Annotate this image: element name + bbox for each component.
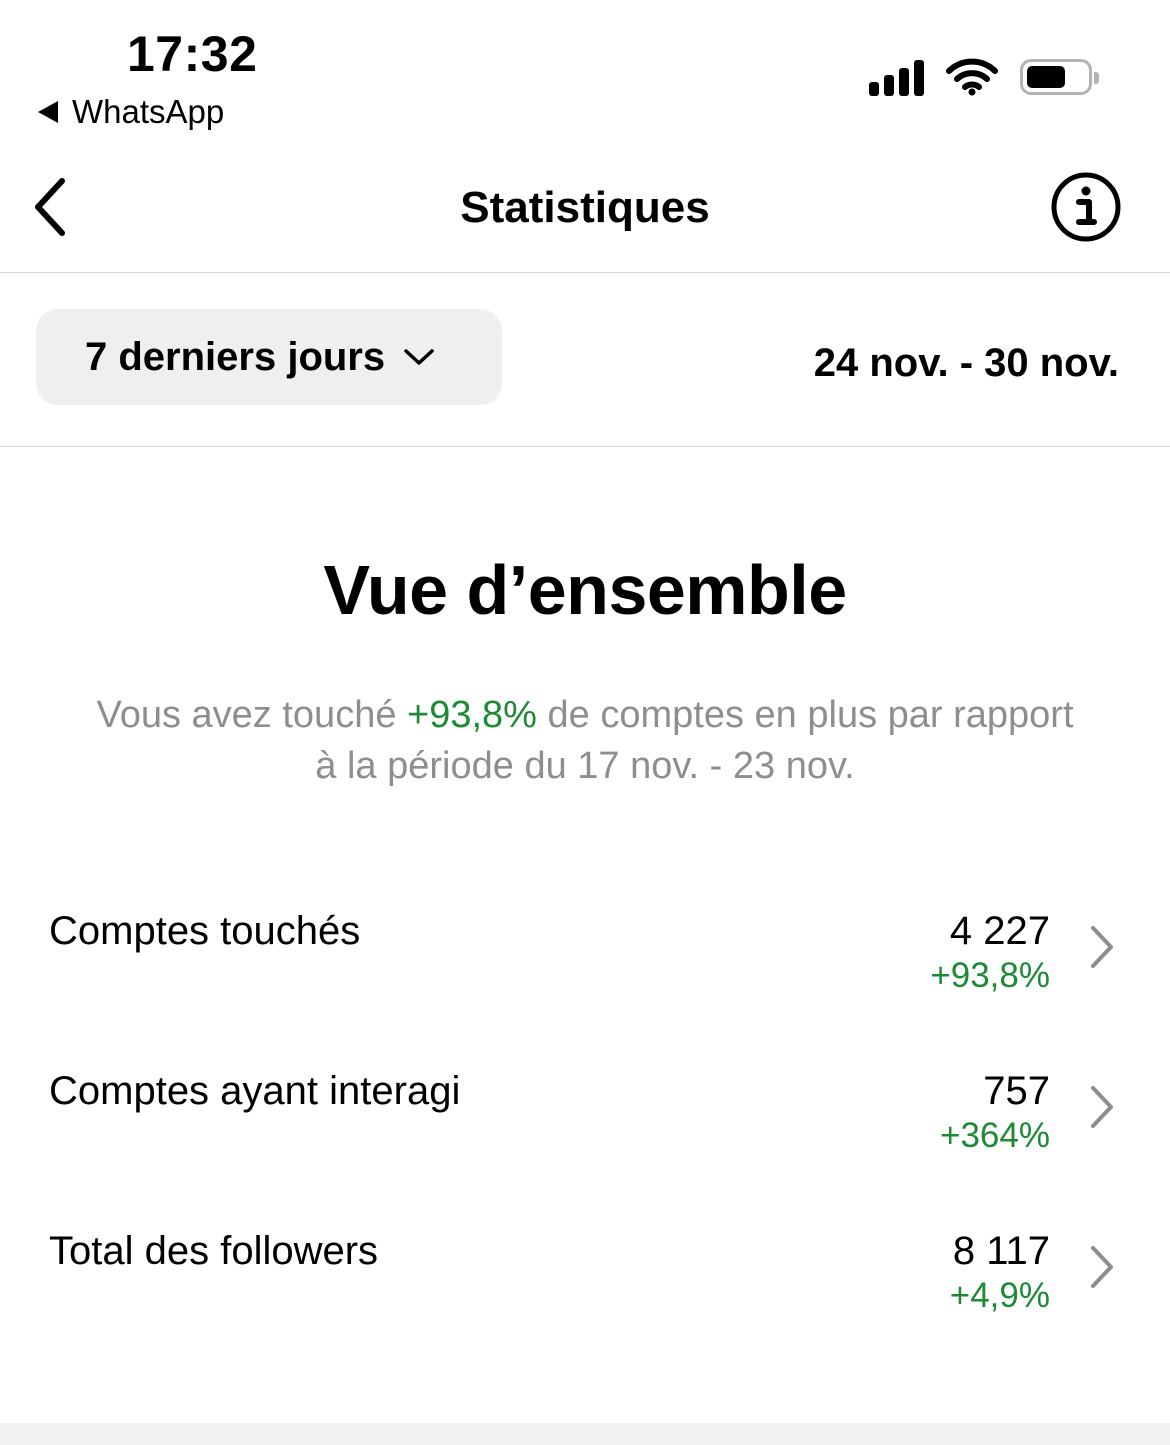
chevron-down-icon xyxy=(403,347,435,367)
overview-title: Vue d’ensemble xyxy=(323,551,847,629)
period-dropdown[interactable]: 7 derniers jours xyxy=(36,309,502,405)
metric-label: Comptes ayant interagi xyxy=(49,1069,461,1113)
metric-value: 757 xyxy=(983,1069,1050,1113)
chevron-right-icon xyxy=(1085,1244,1119,1290)
header-divider xyxy=(0,272,1170,273)
filter-divider xyxy=(0,446,1170,447)
back-to-app-link[interactable]: WhatsApp xyxy=(38,92,224,132)
date-range: 24 nov. - 30 nov. xyxy=(813,341,1119,385)
period-label: 7 derniers jours xyxy=(85,335,386,379)
metric-change: +4,9% xyxy=(949,1276,1050,1315)
info-button[interactable] xyxy=(1049,170,1123,244)
summary-growth: +93,8% xyxy=(407,694,537,736)
metric-change: +93,8% xyxy=(930,956,1050,995)
metric-value: 4 227 xyxy=(949,909,1050,953)
info-circle-icon xyxy=(1051,172,1121,242)
metric-change: +364% xyxy=(940,1116,1050,1155)
status-time: 17:32 xyxy=(127,26,258,82)
wifi-icon xyxy=(946,58,998,96)
cellular-signal-icon xyxy=(869,58,924,96)
summary-text-start: Vous avez touché xyxy=(96,694,408,736)
metric-label: Total des followers xyxy=(49,1229,379,1273)
metric-row-accounts-reached[interactable]: Comptes touchés 4 227 +93,8% xyxy=(0,906,1170,1026)
overview-summary: Vous avez touché +93,8% de comptes en pl… xyxy=(90,690,1080,792)
section-separator xyxy=(0,1423,1170,1445)
metric-label: Comptes touchés xyxy=(49,909,361,953)
status-icons xyxy=(869,55,1099,99)
back-triangle-icon xyxy=(38,101,58,123)
back-app-label: WhatsApp xyxy=(72,93,225,130)
metric-row-total-followers[interactable]: Total des followers 8 117 +4,9% xyxy=(0,1226,1170,1346)
chevron-right-icon xyxy=(1085,924,1119,970)
page-title: Statistiques xyxy=(460,183,710,232)
chevron-right-icon xyxy=(1085,1084,1119,1130)
metric-value: 8 117 xyxy=(952,1229,1050,1273)
metric-row-accounts-engaged[interactable]: Comptes ayant interagi 757 +364% xyxy=(0,1066,1170,1186)
battery-icon xyxy=(1020,59,1099,95)
